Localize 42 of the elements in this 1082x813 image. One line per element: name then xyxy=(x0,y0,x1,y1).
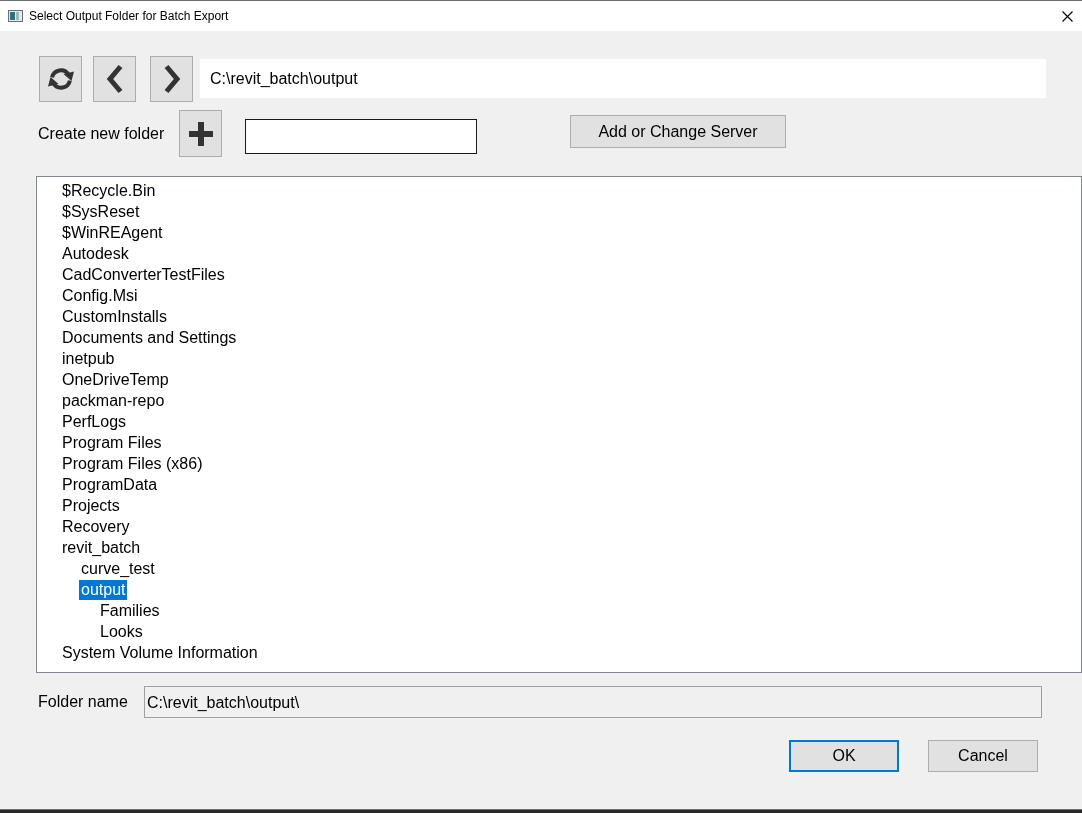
folder-item[interactable]: PerfLogs xyxy=(60,412,129,432)
folder-item[interactable]: Autodesk xyxy=(60,244,131,264)
folder-item[interactable]: OneDriveTemp xyxy=(60,370,171,390)
ok-button[interactable]: OK xyxy=(789,740,899,772)
app-icon xyxy=(8,10,23,22)
refresh-icon xyxy=(46,65,75,93)
folder-item[interactable]: packman-repo xyxy=(60,391,167,411)
create-folder-button[interactable] xyxy=(179,110,222,157)
folder-item[interactable]: Program Files xyxy=(60,433,164,453)
add-server-button[interactable]: Add or Change Server xyxy=(570,115,786,148)
folder-name-label: Folder name xyxy=(38,692,128,712)
folder-item[interactable]: $Recycle.Bin xyxy=(60,181,158,201)
folder-item[interactable]: output xyxy=(79,580,128,600)
folder-item[interactable]: inetpub xyxy=(60,349,117,369)
folder-item[interactable]: Documents and Settings xyxy=(60,328,239,348)
folder-item[interactable]: System Volume Information xyxy=(60,643,260,663)
folder-item[interactable]: CustomInstalls xyxy=(60,307,169,327)
new-folder-label: Create new folder xyxy=(38,125,165,143)
folder-item[interactable]: Projects xyxy=(60,496,122,516)
folder-item[interactable]: CadConverterTestFiles xyxy=(60,265,227,285)
plus-icon xyxy=(188,121,213,146)
refresh-button[interactable] xyxy=(39,56,82,102)
folder-item[interactable]: Looks xyxy=(98,622,145,642)
folder-item[interactable]: $SysReset xyxy=(60,202,142,222)
folder-item[interactable]: Recovery xyxy=(60,517,132,537)
folder-item[interactable]: Families xyxy=(98,601,162,621)
folder-item[interactable]: $WinREAgent xyxy=(60,223,165,243)
window-title: Select Output Folder for Batch Export xyxy=(29,8,229,25)
folder-item[interactable]: Config.Msi xyxy=(60,286,140,306)
cancel-button[interactable]: Cancel xyxy=(928,740,1038,772)
folder-name-field[interactable]: C:\revit_batch\output\ xyxy=(144,686,1042,718)
folder-item[interactable]: Program Files (x86) xyxy=(60,454,205,474)
folder-item[interactable]: curve_test xyxy=(79,559,157,579)
chevron-right-icon xyxy=(162,64,181,94)
folder-item[interactable]: revit_batch xyxy=(60,538,143,558)
close-icon xyxy=(1061,10,1073,22)
chevron-left-icon xyxy=(105,64,124,94)
forward-button[interactable] xyxy=(150,56,193,102)
folder-item[interactable]: ProgramData xyxy=(60,475,160,495)
back-button[interactable] xyxy=(93,56,136,102)
new-folder-input[interactable] xyxy=(245,119,477,154)
path-field[interactable]: C:\revit_batch\output xyxy=(200,59,1046,98)
